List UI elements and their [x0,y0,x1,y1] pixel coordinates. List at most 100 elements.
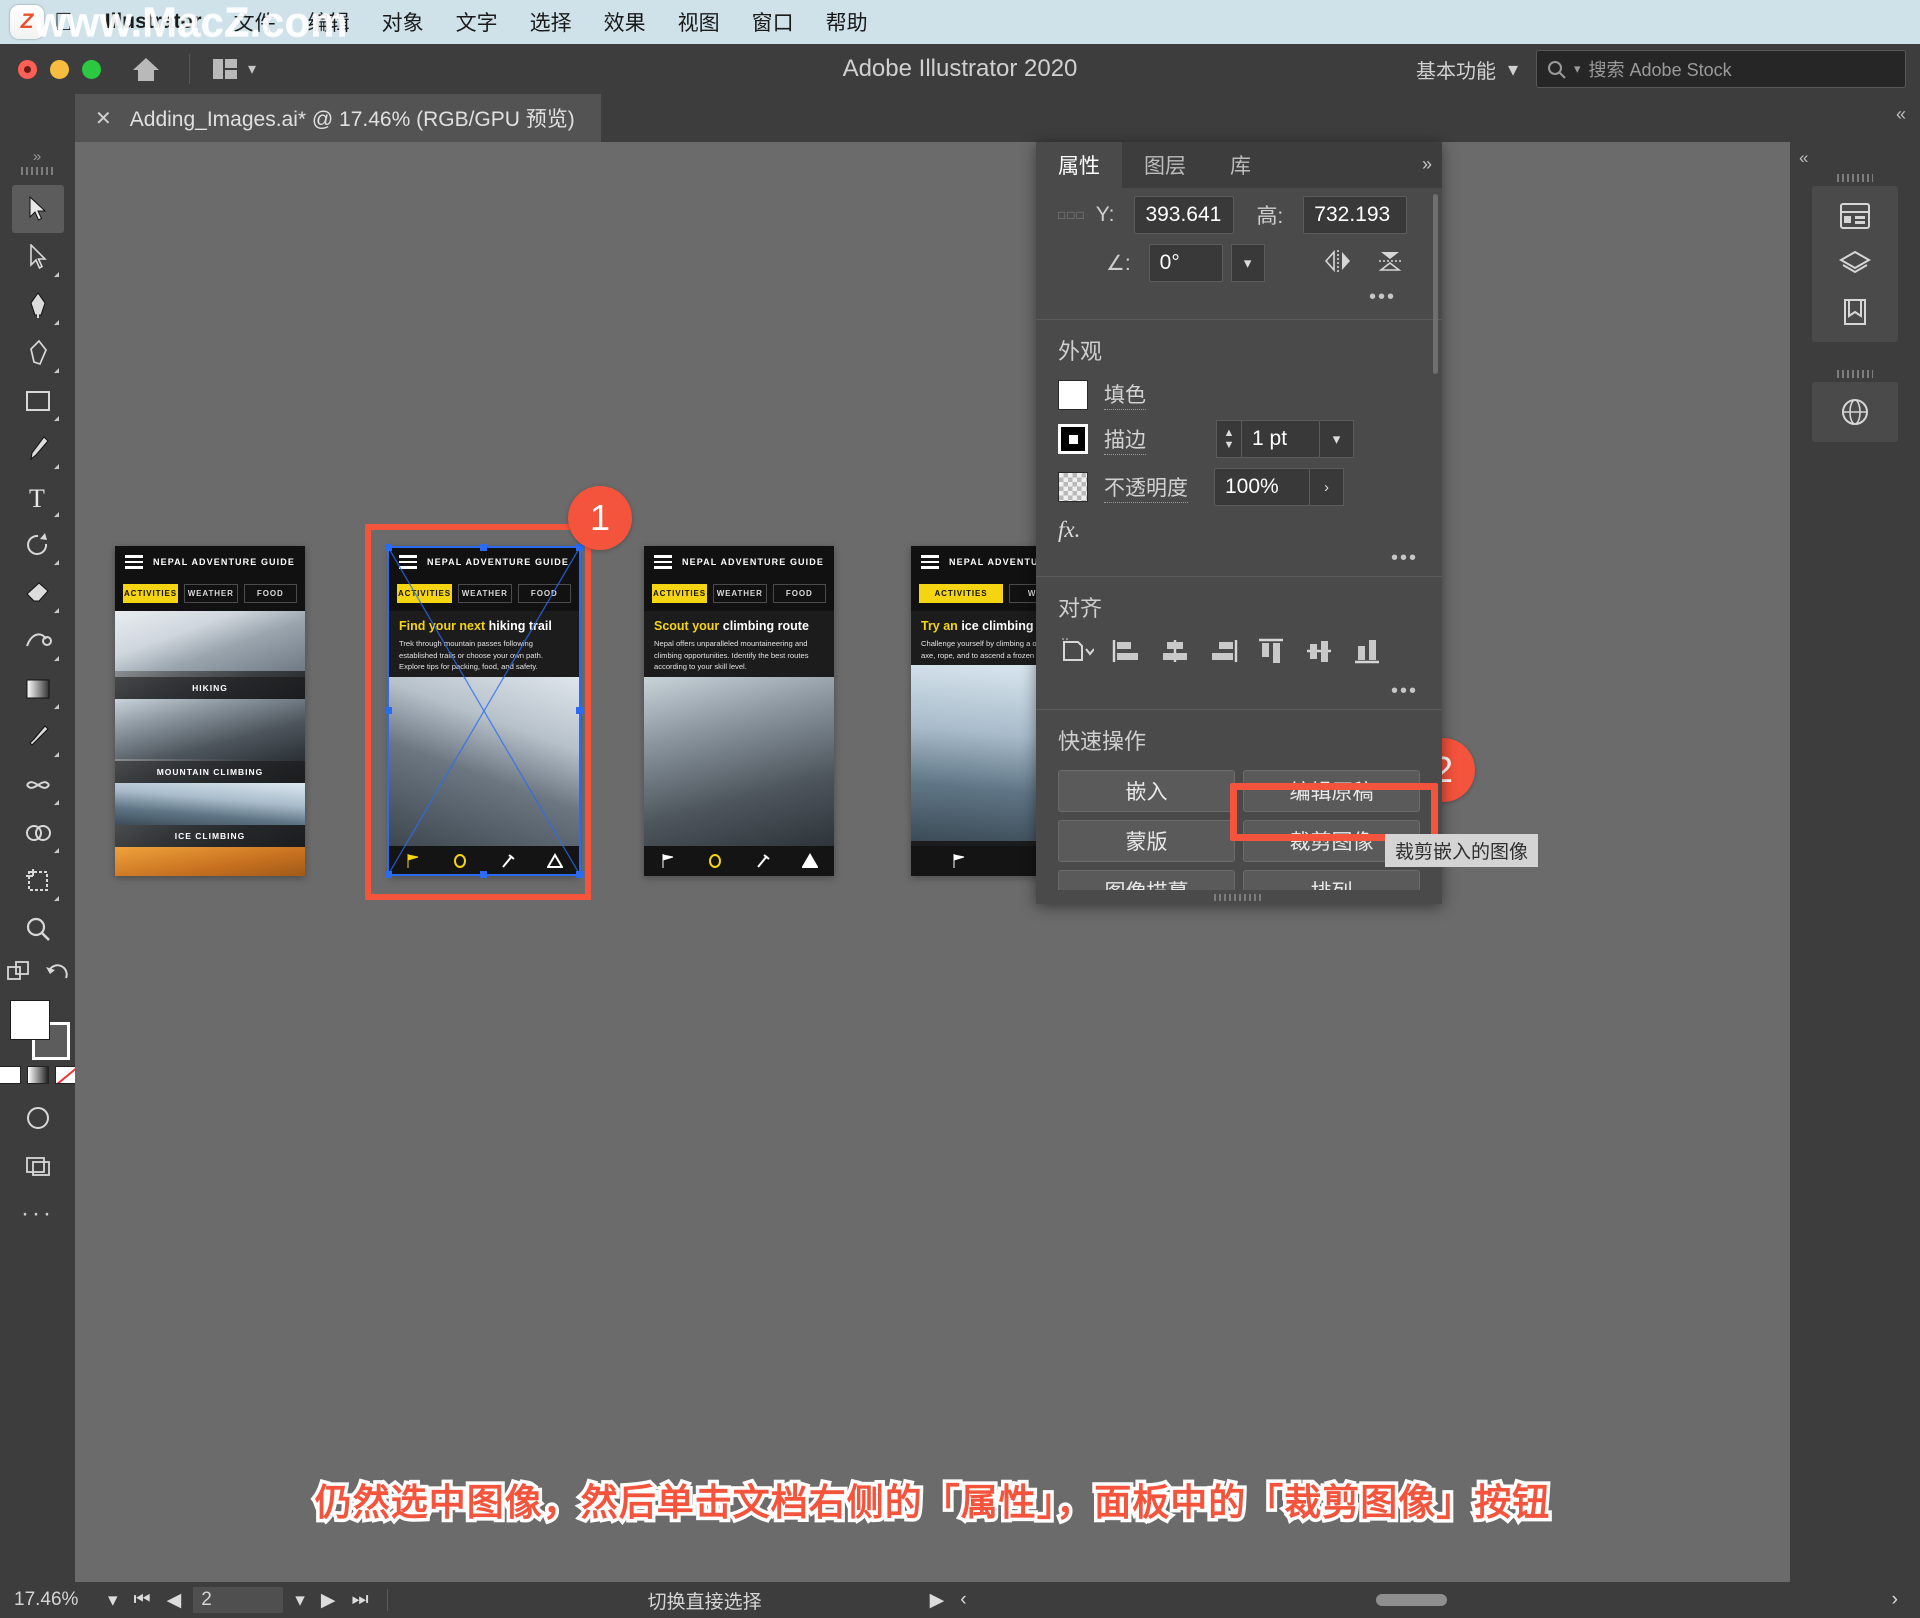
zoom-level-input[interactable]: 17.46% [0,1589,100,1611]
embed-button[interactable]: 嵌入 [1058,770,1235,812]
y-input[interactable]: 393.641 [1134,196,1235,234]
tool-more-options[interactable]: ··· [12,1190,64,1238]
tool-eraser[interactable] [12,569,64,617]
horizontal-scrollbar[interactable] [987,1590,1872,1610]
angle-input[interactable]: 0° [1148,244,1223,282]
tool-gradient[interactable] [12,665,64,713]
artboard-3[interactable]: NEPAL ADVENTURE GUIDE ACTIVITIES WEATHER… [644,546,834,876]
dock-globe-icon[interactable] [1812,388,1898,436]
collapse-dock-icon[interactable]: « [1799,148,1808,168]
collapse-panels-icon[interactable]: « [1896,104,1906,125]
menu-item-select[interactable]: 选择 [514,7,588,37]
chevron-down-icon[interactable]: ▾ [100,1589,126,1612]
artboard-1[interactable]: NEPAL ADVENTURE GUIDE ACTIVITIES WEATHER… [115,546,305,876]
dock-properties-icon[interactable] [1812,192,1898,240]
dock-drag-handle-2[interactable] [1837,370,1873,378]
artboard-3-tab-weather[interactable]: WEATHER [713,584,767,603]
close-icon[interactable]: ✕ [95,106,112,131]
fill-row[interactable]: 填色 [1036,374,1442,415]
artboard-number-input[interactable]: 2 [193,1587,284,1613]
fill-stroke-swatches[interactable] [8,1000,70,1062]
close-window-button[interactable] [18,59,37,79]
tool-undo-icon[interactable] [44,961,70,988]
apple-menu-icon[interactable]:  [54,9,73,35]
tool-zoom[interactable] [12,905,64,953]
properties-panel[interactable]: 属性 图层 库 » □□□ Y: 393.641 高: 732.193 ∠: 0… [1036,142,1442,904]
tool-scale-icon[interactable] [6,959,32,990]
artboard-1-tab-weather[interactable]: WEATHER [184,584,238,603]
status-next-icon[interactable]: › [1884,1589,1906,1611]
stroke-row[interactable]: 描边 ▲ ▼ 1 pt ▾ [1036,415,1442,463]
stroke-weight-stepper[interactable]: ▲ ▼ [1216,420,1242,458]
hamburger-icon[interactable] [125,552,143,572]
tool-eyedropper[interactable] [12,713,64,761]
tool-change-screen-mode[interactable] [12,1142,64,1190]
menu-item-file[interactable]: 文件 [218,7,292,37]
artboard-4-tab-activities[interactable]: ACTIVITIES [919,584,1003,603]
tool-artboard[interactable] [12,857,64,905]
align-left-icon[interactable] [1112,637,1142,670]
tool-selection[interactable] [11,185,64,233]
align-center-vertical-icon[interactable] [1304,637,1334,670]
tool-curvature[interactable] [12,329,64,377]
tab-layers[interactable]: 图层 [1122,142,1208,188]
menu-app-name[interactable]: Illustrator [89,10,218,34]
appearance-more-options[interactable]: ••• [1036,543,1442,570]
next-artboard-button[interactable]: ▶ [313,1589,344,1612]
artboard-1-tab-activities[interactable]: ACTIVITIES [123,584,179,603]
document-tab[interactable]: ✕ Adding_Images.ai* @ 17.46% (RGB/GPU 预览… [75,94,601,142]
edit-original-button[interactable]: 编辑原稿 [1243,770,1420,812]
image-trace-button[interactable]: 图像描摹 [1058,870,1235,890]
artboard-2-tab-activities[interactable]: ACTIVITIES [397,584,453,603]
align-to-selection-icon[interactable] [1058,637,1095,670]
none-swatch-icon[interactable] [54,1066,77,1084]
menu-item-object[interactable]: 对象 [366,7,440,37]
reference-point-icon[interactable]: □□□ [1058,208,1086,222]
menu-item-view[interactable]: 视图 [662,7,736,37]
dock-layers-icon[interactable] [1812,240,1898,288]
mask-button[interactable]: 蒙版 [1058,820,1235,862]
status-play-icon[interactable]: ▶ [922,1589,953,1612]
fx-button[interactable]: fx. [1058,517,1080,542]
tool-rectangle[interactable] [12,377,64,425]
artboard-2-tab-food[interactable]: FOOD [517,584,572,603]
workspace-switcher[interactable]: 基本功能 ▾ [1416,55,1518,84]
flip-horizontal-icon[interactable] [1323,248,1353,279]
align-more-options[interactable]: ••• [1036,676,1442,703]
arrange-documents-button[interactable]: ▾ [212,58,256,80]
tab-properties[interactable]: 属性 [1036,142,1122,188]
chevron-right-icon[interactable]: › [1310,468,1344,506]
dock-libraries-icon[interactable] [1812,288,1898,336]
menu-item-type[interactable]: 文字 [440,7,514,37]
arrange-button[interactable]: 排列 [1243,870,1420,890]
status-prev-icon[interactable]: ‹ [952,1589,974,1611]
stroke-weight-input[interactable]: 1 pt [1242,420,1320,458]
hamburger-icon[interactable] [399,552,417,572]
gradient-swatch-icon[interactable] [26,1066,49,1084]
opacity-row[interactable]: 不透明度 100% › [1036,463,1442,511]
height-input[interactable]: 732.193 [1303,196,1408,234]
menu-item-effect[interactable]: 效果 [588,7,662,37]
home-icon[interactable] [129,52,163,86]
tool-shaper[interactable] [12,617,64,665]
maximize-window-button[interactable] [82,59,101,79]
artboard-3-tab-activities[interactable]: ACTIVITIES [652,584,708,603]
fill-swatch[interactable] [9,1000,50,1040]
hamburger-icon[interactable] [654,552,672,572]
panel-resize-grip[interactable] [1036,890,1442,904]
tool-type[interactable]: T [12,473,64,521]
hamburger-icon[interactable] [921,552,939,572]
chevron-down-icon[interactable]: ▾ [1320,420,1354,458]
artboard-1-tab-food[interactable]: FOOD [243,584,298,603]
align-right-icon[interactable] [1208,637,1238,670]
chevron-down-icon[interactable]: ▾ [1230,244,1265,282]
opacity-checker-icon[interactable] [1058,472,1088,502]
align-top-icon[interactable] [1256,637,1286,670]
chevron-down-icon[interactable]: ▾ [287,1589,313,1612]
artboard-3-tab-food[interactable]: FOOD [772,584,827,603]
tool-rotate[interactable] [12,521,64,569]
minimize-window-button[interactable] [50,59,69,79]
first-artboard-button[interactable]: ⏮ [126,1589,159,1611]
previous-artboard-button[interactable]: ◀ [159,1589,190,1612]
properties-scrollbar[interactable] [1431,194,1440,884]
